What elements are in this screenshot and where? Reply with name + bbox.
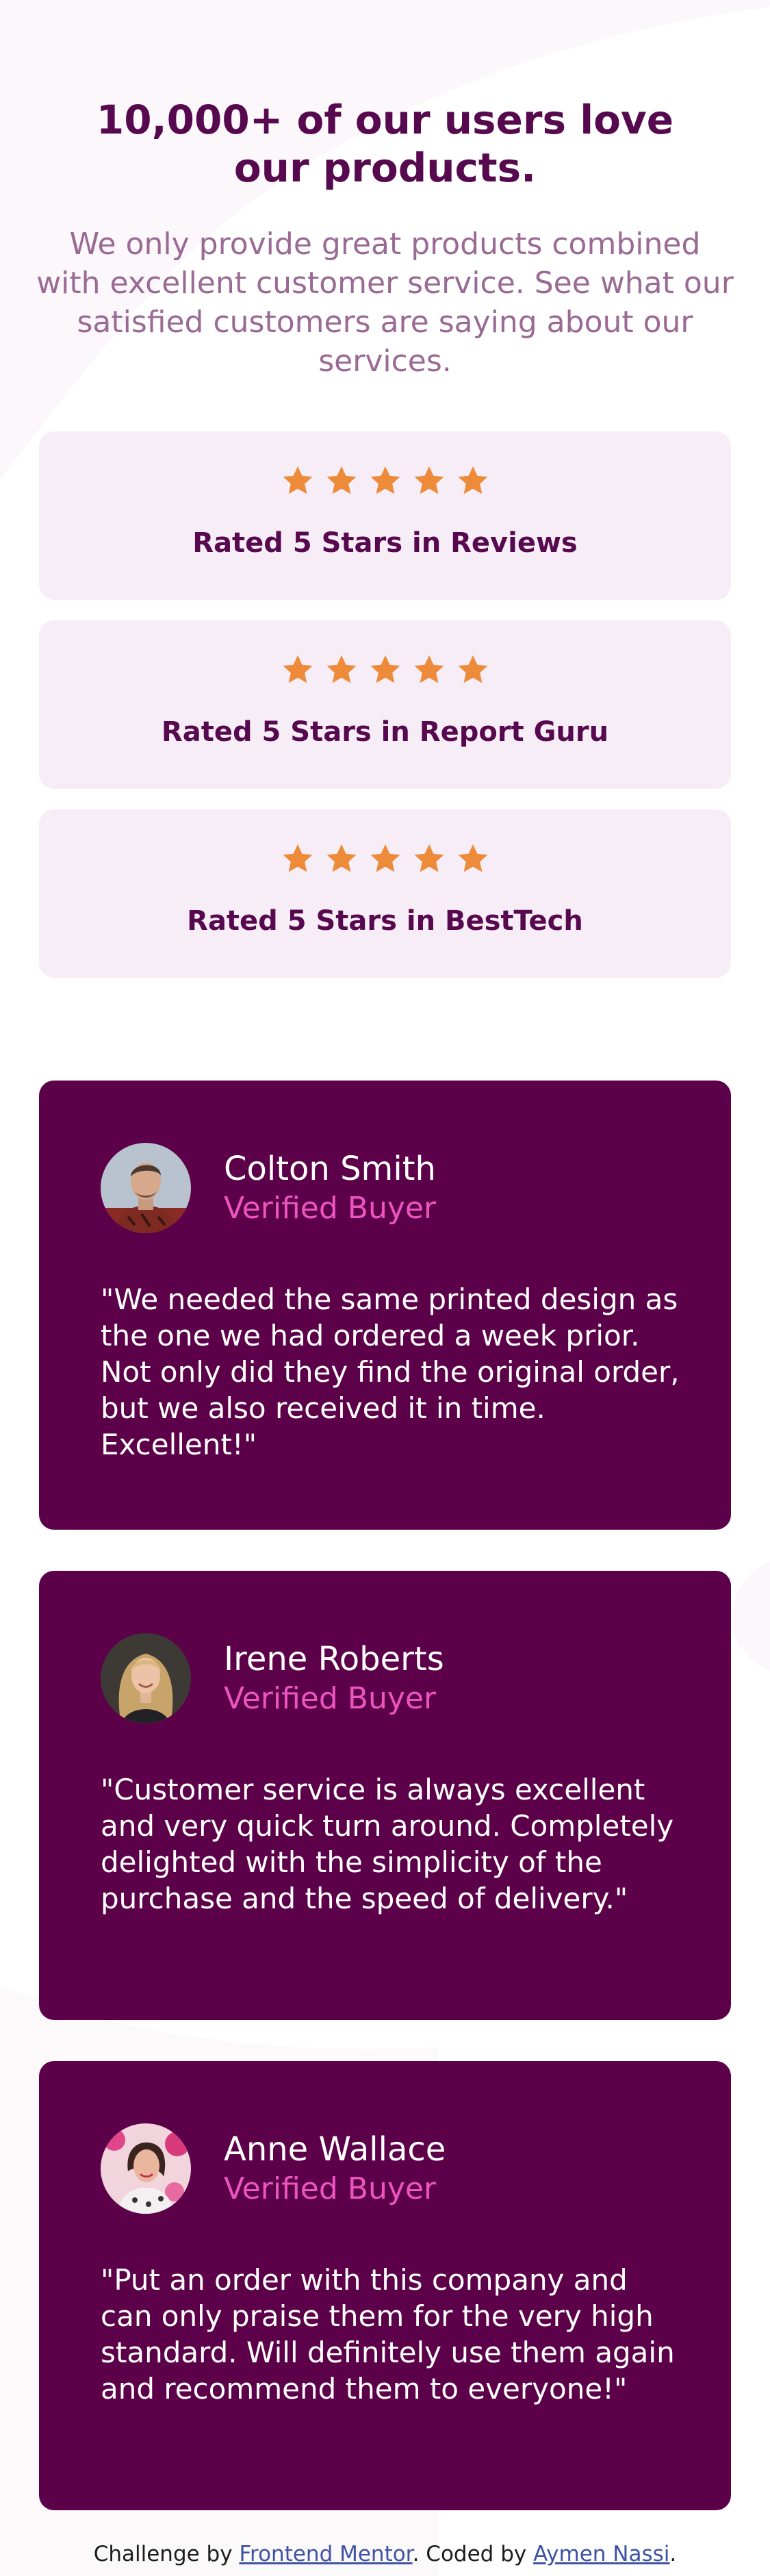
star-icon (458, 466, 487, 494)
testimonial-card: Irene Roberts Verified Buyer "Customer s… (39, 1571, 731, 2020)
star-icon (370, 655, 400, 683)
page-title: 10,000+ of our users love our products. (96, 97, 674, 191)
star-icon (458, 655, 487, 683)
avatar (101, 2123, 191, 2214)
star-rating (39, 653, 731, 686)
star-icon (414, 844, 444, 872)
star-icon (370, 466, 400, 494)
testimonial-card: Colton Smith Verified Buyer "We needed t… (39, 1081, 731, 1530)
attribution-middle: . Coded by (412, 2542, 534, 2566)
page-description: We only provide great products combined … (36, 227, 734, 379)
rating-label: Rated 5 Stars in Reviews (192, 527, 578, 559)
testimonial-quote: "Put an order with this company and can … (101, 2263, 675, 2405)
testimonial-quote: "Customer service is always excellent an… (101, 1773, 674, 1915)
rating-card: Rated 5 Stars in BestTech (39, 809, 731, 978)
rating-label: Rated 5 Stars in BestTech (187, 905, 583, 937)
rating-card: Rated 5 Stars in Reviews (39, 431, 731, 600)
frontend-mentor-link[interactable]: Frontend Mentor (239, 2542, 412, 2566)
star-icon (283, 466, 312, 494)
avatar-image (101, 1143, 191, 1233)
rating-label: Rated 5 Stars in Report Guru (161, 716, 609, 748)
star-icon (283, 655, 312, 683)
verified-buyer-badge: Verified Buyer (224, 1191, 437, 1226)
star-icon (326, 655, 356, 683)
star-icon (326, 466, 356, 494)
attribution-suffix: . (669, 2542, 677, 2566)
attribution: Challenge by Frontend Mentor. Coded by A… (0, 2540, 770, 2568)
attribution-prefix: Challenge by (93, 2542, 240, 2566)
testimonial-card: Anne Wallace Verified Buyer "Put an orde… (39, 2061, 731, 2510)
avatar (101, 1633, 191, 1723)
star-icon (326, 844, 356, 872)
verified-buyer-badge: Verified Buyer (224, 1681, 437, 1716)
avatar (101, 1143, 191, 1233)
reviewer-name: Colton Smith (224, 1150, 436, 1188)
star-icon (283, 844, 312, 872)
star-icon (414, 466, 444, 494)
reviewer-name: Anne Wallace (224, 2130, 446, 2169)
rating-card: Rated 5 Stars in Report Guru (39, 620, 731, 789)
star-rating (39, 464, 731, 497)
page: 10,000+ of our users love our products. … (0, 0, 770, 2576)
reviewer-name: Irene Roberts (224, 1640, 444, 1678)
avatar-image (101, 1633, 191, 1723)
star-icon (370, 844, 400, 872)
author-link[interactable]: Aymen Nassi (533, 2542, 669, 2566)
avatar-image (101, 2123, 191, 2214)
verified-buyer-badge: Verified Buyer (224, 2171, 437, 2206)
testimonial-quote: "We needed the same printed design as th… (101, 1283, 680, 1461)
star-icon (458, 844, 487, 872)
star-rating (39, 842, 731, 875)
star-icon (414, 655, 444, 683)
